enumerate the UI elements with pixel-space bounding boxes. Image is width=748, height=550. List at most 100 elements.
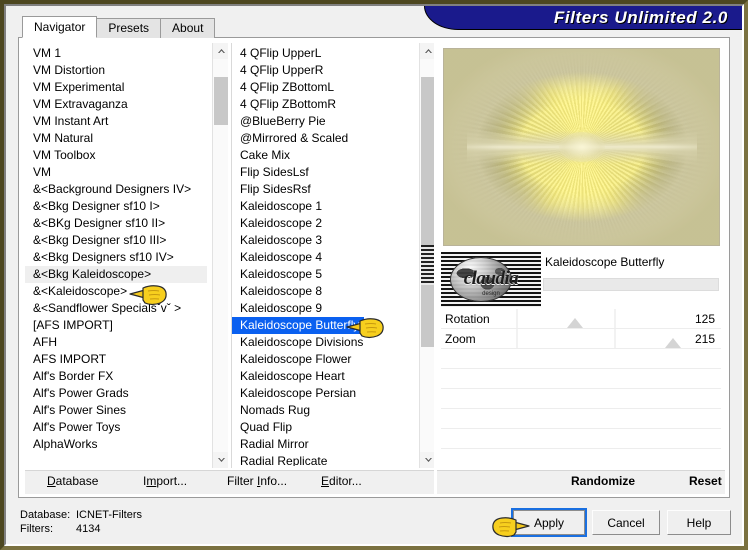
preview-action-bar: Randomize Reset bbox=[437, 470, 725, 494]
filter-scrollbar[interactable] bbox=[419, 43, 434, 468]
parameter-row-empty bbox=[441, 389, 721, 409]
filter-list-item[interactable]: Kaleidoscope Persian bbox=[232, 385, 414, 402]
randomize-button[interactable]: Randomize bbox=[571, 474, 635, 488]
category-list-item[interactable]: Alf's Power Grads bbox=[25, 385, 207, 402]
category-list-item[interactable]: &<Kaleidoscope> bbox=[25, 283, 207, 300]
filter-list-item[interactable]: Radial Replicate bbox=[232, 453, 414, 466]
selected-filter-title: Kaleidoscope Butterfly bbox=[545, 255, 665, 269]
category-list-items[interactable]: VM 1 VM Distortion VM Experimental VM Extra… bbox=[25, 45, 207, 466]
filter-list-item[interactable]: Flip SidesLsf bbox=[232, 164, 414, 181]
category-list-item[interactable]: VM bbox=[25, 164, 207, 181]
parameter-row-empty bbox=[441, 369, 721, 389]
filter-list-item[interactable]: 4 QFlip UpperL bbox=[232, 45, 414, 62]
filter-list-item[interactable]: Kaleidoscope 5 bbox=[232, 266, 414, 283]
filter-list-item[interactable]: 4 QFlip ZBottomL bbox=[232, 79, 414, 96]
category-list-item[interactable]: &<Background Designers IV> bbox=[25, 181, 207, 198]
category-list-item[interactable]: VM Experimental bbox=[25, 79, 207, 96]
category-list-item[interactable]: AFS IMPORT bbox=[25, 351, 207, 368]
category-list-item[interactable]: Alf's Power Toys bbox=[25, 419, 207, 436]
category-list-item[interactable]: VM Distortion bbox=[25, 62, 207, 79]
navigator-tab-page: VM 1 VM Distortion VM Experimental VM Extra… bbox=[18, 37, 730, 498]
filter-list-item-selected[interactable]: Kaleidoscope Butterfly bbox=[232, 317, 365, 334]
window-title: Filters Unlimited 2.0 bbox=[553, 8, 728, 27]
filter-info-button[interactable]: Filter Info... bbox=[227, 474, 287, 488]
filter-list-item[interactable]: Kaleidoscope 9 bbox=[232, 300, 414, 317]
scroll-down-icon[interactable] bbox=[420, 452, 434, 468]
category-list-item[interactable]: &<Sandflower Specialsˇvˇ > bbox=[25, 300, 207, 317]
filter-list-item[interactable]: Kaleidoscope 8 bbox=[232, 283, 414, 300]
apply-button[interactable]: Apply bbox=[511, 508, 587, 537]
scroll-up-icon[interactable] bbox=[213, 43, 228, 59]
filter-list-item[interactable]: @Mirrored & Scaled bbox=[232, 130, 414, 147]
parameter-row-empty bbox=[441, 409, 721, 429]
status-database-value: ICNET-Filters bbox=[76, 509, 142, 521]
category-list-item[interactable]: [AFS IMPORT] bbox=[25, 317, 207, 334]
category-list-item[interactable]: &<Bkg Designer sf10 III> bbox=[25, 232, 207, 249]
preview-vignette bbox=[444, 49, 719, 245]
filter-list-item[interactable]: Kaleidoscope 1 bbox=[232, 198, 414, 215]
status-filters: Filters: 4134 bbox=[20, 523, 100, 535]
filter-list-item[interactable]: Radial Mirror bbox=[232, 436, 414, 453]
category-scroll-thumb[interactable] bbox=[214, 77, 228, 125]
filter-list-item[interactable]: Kaleidoscope Heart bbox=[232, 368, 414, 385]
filter-list-item[interactable]: Kaleidoscope Divisions bbox=[232, 334, 414, 351]
category-list-item[interactable]: &<Bkg Designer sf10 I> bbox=[25, 198, 207, 215]
filter-list-item[interactable]: Flip SidesRsf bbox=[232, 181, 414, 198]
category-list-item[interactable]: AFH bbox=[25, 334, 207, 351]
category-list-item[interactable]: AlphaWorks bbox=[25, 436, 207, 453]
claudia-logo: claudia design bbox=[441, 252, 541, 307]
cancel-button[interactable]: Cancel bbox=[592, 510, 660, 535]
tab-navigator[interactable]: Navigator bbox=[22, 16, 98, 38]
filter-list-item[interactable]: Kaleidoscope 4 bbox=[232, 249, 414, 266]
category-list-item[interactable]: &<Bkg Designers sf10 IV> bbox=[25, 249, 207, 266]
parameter-row[interactable]: Zoom 215 bbox=[441, 329, 721, 349]
scroll-thumb-texture bbox=[421, 245, 434, 285]
category-list-item[interactable]: Alf's Power Sines bbox=[25, 402, 207, 419]
filter-scroll-track[interactable] bbox=[420, 59, 434, 452]
help-button[interactable]: Help bbox=[667, 510, 731, 535]
category-scrollbar[interactable] bbox=[212, 43, 228, 468]
filter-list-item[interactable]: Nomads Rug bbox=[232, 402, 414, 419]
scroll-down-icon[interactable] bbox=[213, 452, 228, 468]
parameter-row[interactable]: Rotation 125 bbox=[441, 309, 721, 329]
logo-subtext: design bbox=[482, 291, 500, 297]
category-list-pane[interactable]: VM 1 VM Distortion VM Experimental VM Extra… bbox=[25, 43, 228, 468]
scroll-up-icon[interactable] bbox=[420, 43, 434, 59]
filter-list-item[interactable]: Kaleidoscope 3 bbox=[232, 232, 414, 249]
tab-presets[interactable]: Presets bbox=[96, 18, 162, 38]
action-link-bar: Database Import... Filter Info... Editor… bbox=[25, 470, 434, 494]
filter-list-pane[interactable]: 4 QFlip UpperL 4 QFlip UpperR 4 QFlip ZBot… bbox=[231, 43, 434, 468]
database-button[interactable]: Database bbox=[47, 474, 98, 488]
preset-selector[interactable] bbox=[543, 278, 719, 291]
tab-about[interactable]: About bbox=[160, 18, 216, 38]
filter-list-item[interactable]: 4 QFlip UpperR bbox=[232, 62, 414, 79]
parameter-slider-thumb[interactable] bbox=[567, 318, 584, 328]
category-list-item[interactable]: Alf's Border FX bbox=[25, 368, 207, 385]
category-list-item[interactable]: &<Bkg Kaleidoscope> bbox=[25, 266, 207, 283]
import-button[interactable]: Import... bbox=[143, 474, 187, 488]
category-list-item[interactable]: VM Toolbox bbox=[25, 147, 207, 164]
filter-list-item[interactable]: Cake Mix bbox=[232, 147, 414, 164]
parameter-slider-thumb[interactable] bbox=[665, 338, 682, 348]
filter-list-item[interactable]: Kaleidoscope Flower bbox=[232, 351, 414, 368]
preview-frame[interactable] bbox=[443, 48, 720, 246]
filter-list-item[interactable]: @BlueBerry Pie bbox=[232, 113, 414, 130]
filter-list-item[interactable]: 4 QFlip ZBottomR bbox=[232, 96, 414, 113]
category-list-item[interactable]: VM Extravaganza bbox=[25, 96, 207, 113]
filter-list-item[interactable]: Kaleidoscope Butterfly bbox=[232, 317, 414, 334]
category-list-item[interactable]: VM 1 bbox=[25, 45, 207, 62]
preview-image[interactable] bbox=[444, 49, 719, 245]
category-list-item[interactable]: VM Natural bbox=[25, 130, 207, 147]
filter-list-item[interactable]: Kaleidoscope 2 bbox=[232, 215, 414, 232]
category-list-item[interactable]: VM Instant Art bbox=[25, 113, 207, 130]
filter-list-items[interactable]: 4 QFlip UpperL 4 QFlip UpperR 4 QFlip ZBot… bbox=[232, 45, 414, 466]
category-list-item[interactable]: &<BKg Designer sf10 II> bbox=[25, 215, 207, 232]
editor-button[interactable]: Editor... bbox=[321, 474, 362, 488]
status-filters-label: Filters: bbox=[20, 523, 53, 535]
tab-strip: Navigator Presets About bbox=[22, 16, 216, 38]
filter-list-item[interactable]: Quad Flip bbox=[232, 419, 414, 436]
filter-scroll-thumb[interactable] bbox=[421, 77, 434, 347]
reset-button[interactable]: Reset bbox=[689, 474, 722, 488]
status-database-label: Database: bbox=[20, 509, 71, 521]
category-scroll-track[interactable] bbox=[213, 59, 228, 452]
